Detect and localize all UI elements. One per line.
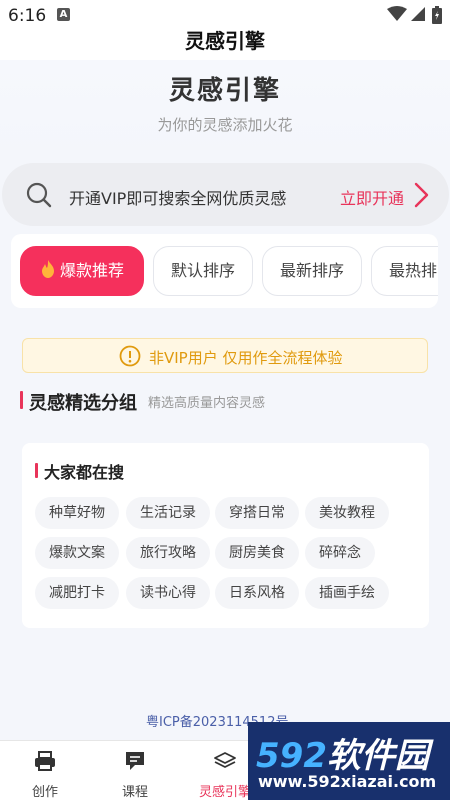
search-tag[interactable]: 插画手绘 [305,577,389,609]
sort-tabs: 爆款推荐 默认排序 最新排序 最热排 [11,234,438,308]
hot-search-title: 大家都在搜 [44,463,125,482]
tab-hottest-sort[interactable]: 最热排 [371,246,438,296]
hero-title: 灵感引擎 [168,76,281,106]
battery-icon [432,6,442,24]
search-tag[interactable]: 爆款文案 [35,537,119,569]
search-bar[interactable]: 开通VIP即可搜索全网优质灵感 立即开通 [2,163,449,226]
search-tag[interactable]: 旅行攻略 [126,537,210,569]
page-title: 灵感引擎 [185,29,265,53]
chat-icon [126,752,144,770]
search-tag[interactable]: 美妆教程 [305,497,389,529]
open-vip-link[interactable]: 立即开通 [340,185,404,209]
search-icon [26,182,52,208]
tab-label: 最热排 [389,261,438,280]
fire-icon [41,260,54,278]
tab-label: 最新排序 [279,261,344,280]
tab-default-sort[interactable]: 默认排序 [153,246,253,296]
search-tag[interactable]: 种草好物 [35,497,119,529]
search-placeholder[interactable]: 开通VIP即可搜索全网优质灵感 [69,185,286,209]
wifi-icon [387,6,407,21]
search-tag[interactable]: 生活记录 [126,497,210,529]
status-time: 6:16 [8,6,47,26]
hero-banner: 灵感引擎 为你的灵感添加火花 [0,60,450,160]
search-tag[interactable]: 读书心得 [126,577,210,609]
status-bar: 6:16 A [0,0,450,32]
search-tag[interactable]: 减肥打卡 [35,577,119,609]
search-tag[interactable]: 穿搭日常 [215,497,299,529]
search-tag[interactable]: 日系风格 [215,577,299,609]
tab-label: 创作 [31,785,58,800]
hot-search-card: 大家都在搜 种草好物 生活记录 穿搭日常 美妆教程 爆款文案 旅行攻略 厨房美食… [22,443,429,628]
search-tag[interactable]: 碎碎念 [305,537,375,569]
tab-create[interactable]: 创作 [0,741,90,800]
site-watermark: 592软件园 www.592xiazai.com [248,722,450,800]
notice-text: 非VIP用户 仅用作全流程体验 [149,349,343,367]
card-accent-bar [35,463,38,478]
printer-icon [35,751,55,771]
chevron-right-icon[interactable] [411,181,431,209]
search-tag[interactable]: 厨房美食 [215,537,299,569]
signal-icon [411,7,425,21]
watermark-url: www.592xiazai.com [258,772,437,791]
section-title: 灵感精选分组 [29,393,137,414]
section-accent-bar [20,391,23,409]
hero-subtitle: 为你的灵感添加火花 [157,116,293,134]
vip-notice: 非VIP用户 仅用作全流程体验 [22,338,428,373]
tab-label: 爆款推荐 [59,261,124,280]
tab-course[interactable]: 课程 [90,741,180,800]
watermark-logo-text: 软件园 [326,736,429,776]
tab-label: 课程 [121,785,148,800]
app-header: 灵感引擎 [0,29,450,60]
layers-icon [214,752,236,768]
notification-icon: A [57,8,70,21]
info-icon [119,345,141,367]
tab-newest-sort[interactable]: 最新排序 [262,246,362,296]
watermark-logo: 592软件园 [256,728,429,777]
tab-label: 默认排序 [170,261,235,280]
tab-hot-recommend[interactable]: 爆款推荐 [20,246,144,296]
section-subtitle: 精选高质量内容灵感 [148,396,266,411]
watermark-logo-number: 592 [256,736,327,776]
